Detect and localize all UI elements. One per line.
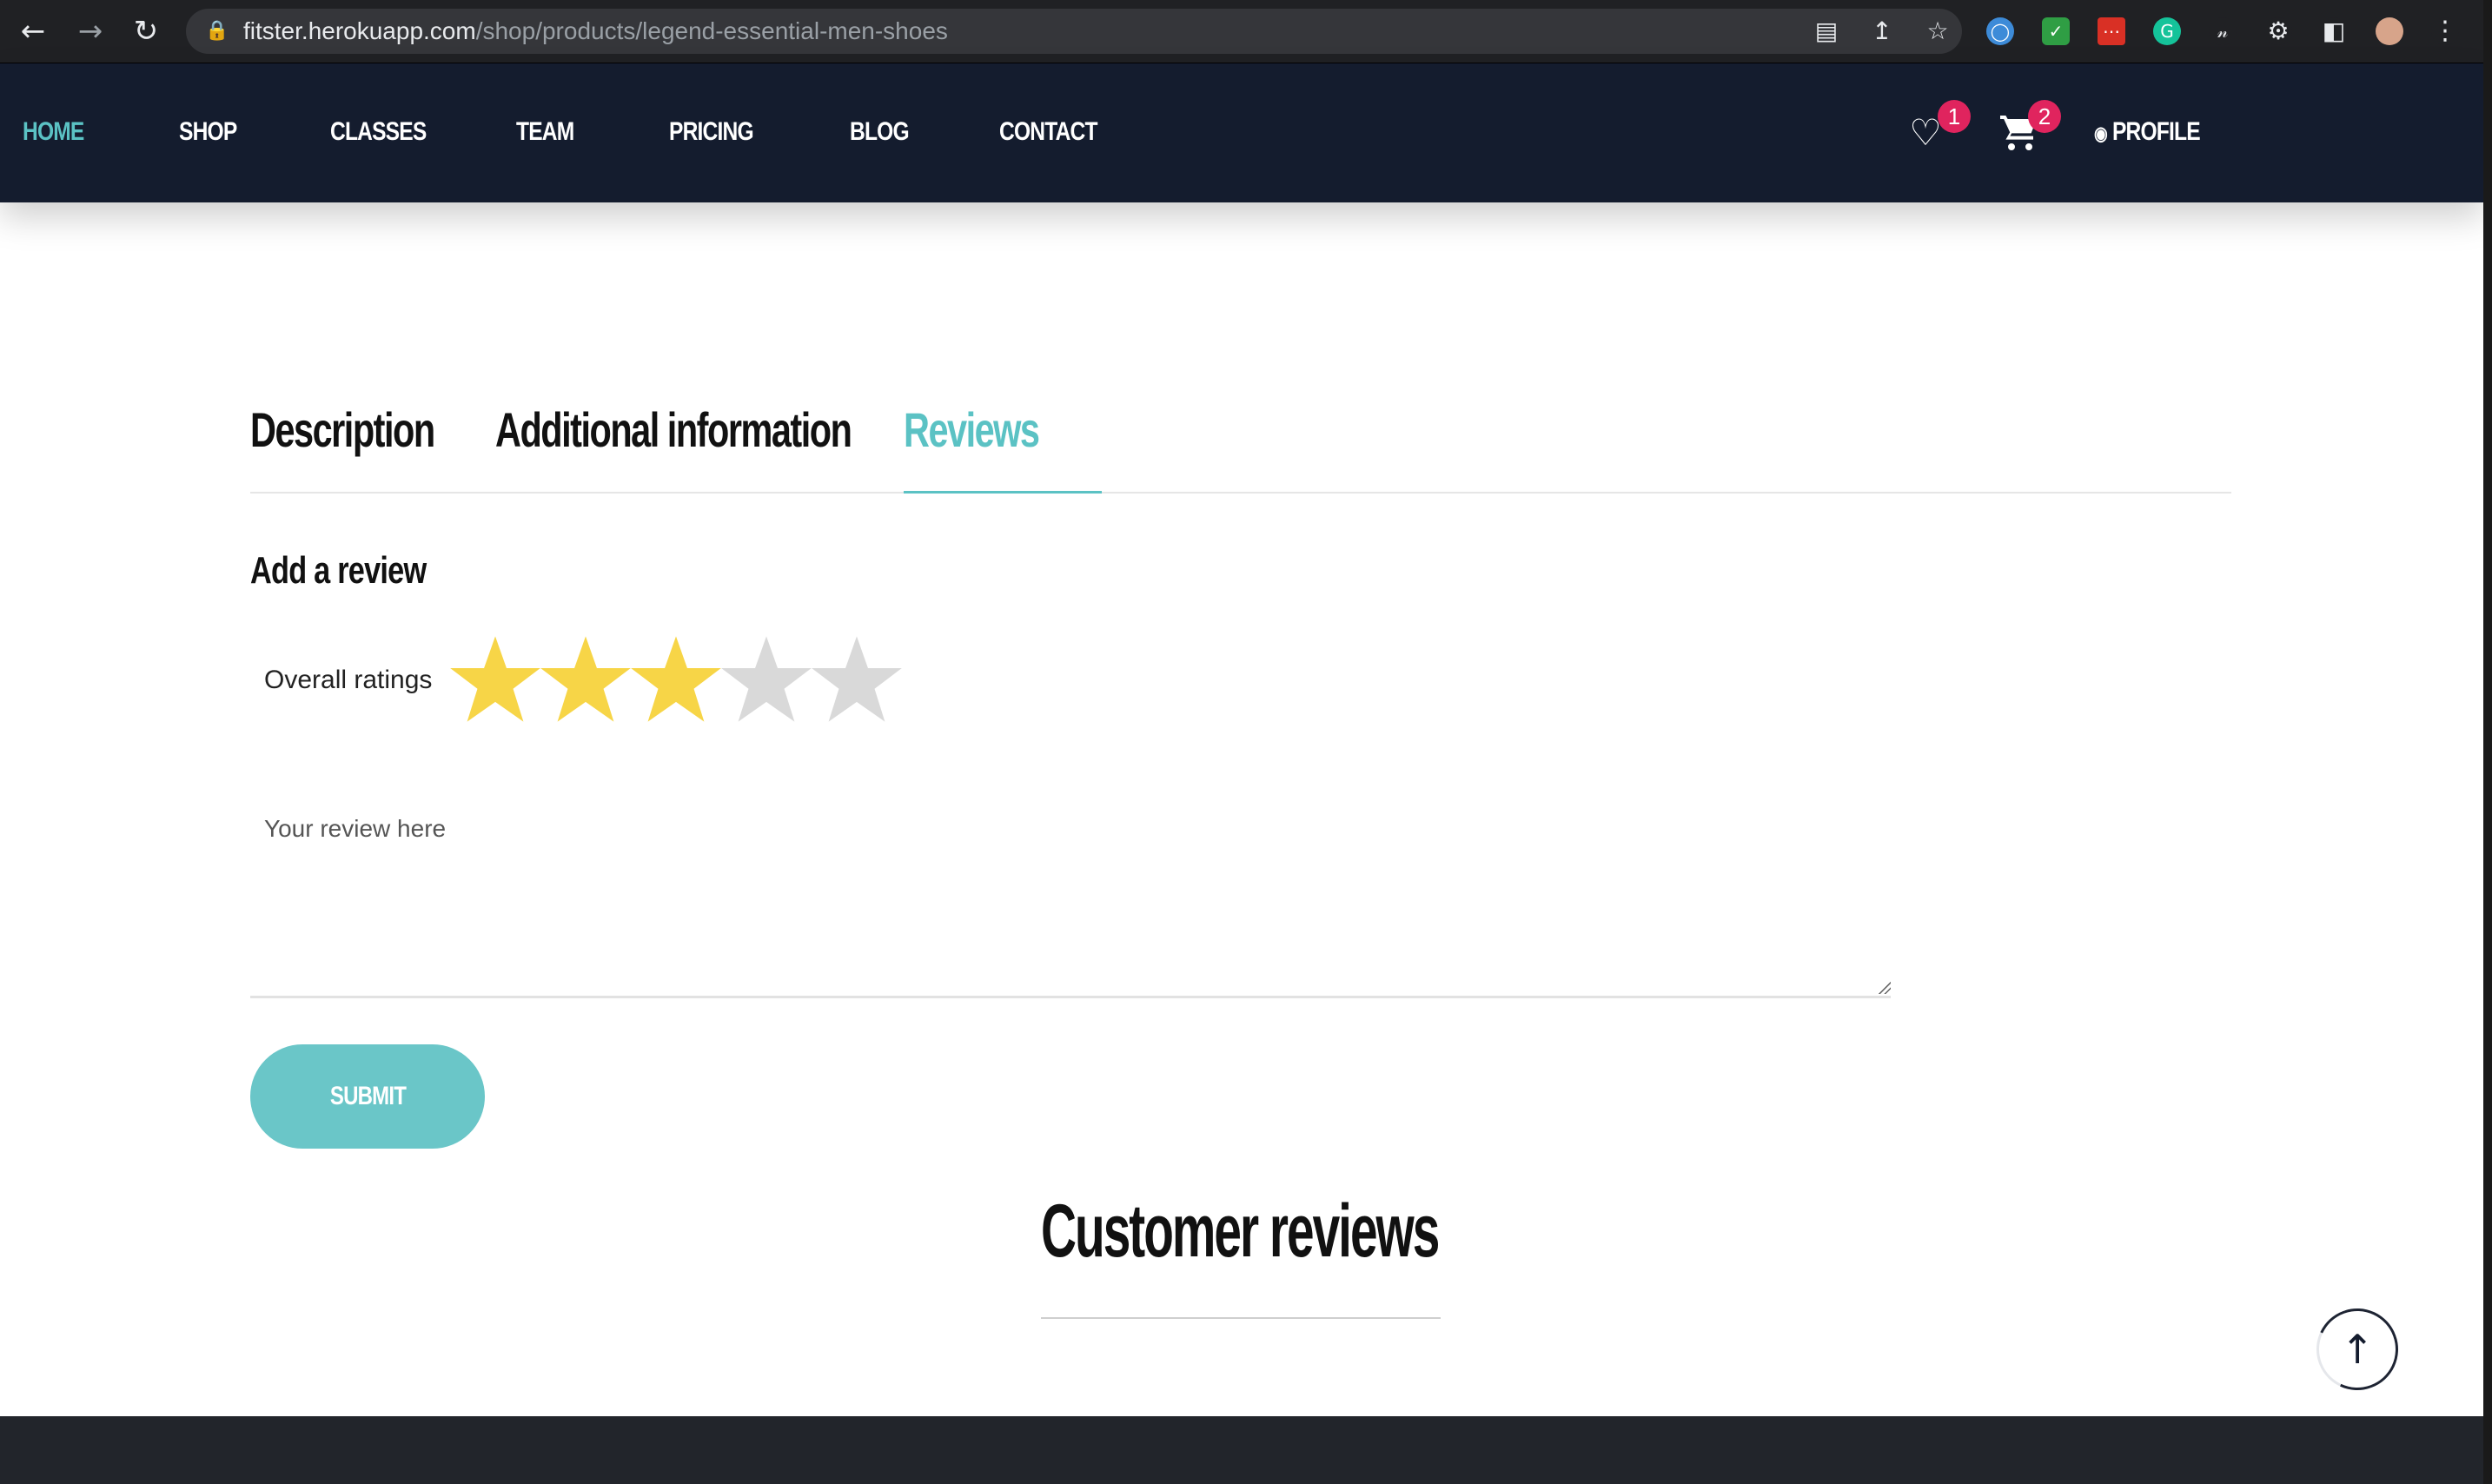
back-to-top-button[interactable]: ↑ <box>2304 1296 2410 1402</box>
url-text[interactable]: fitster.herokuapp.com/shop/products/lege… <box>243 9 948 54</box>
submit-button[interactable]: SUBMIT <box>250 1044 485 1149</box>
customer-reviews-heading: Customer reviews <box>1041 1189 1440 1273</box>
nav-contact[interactable]: CONTACT <box>999 112 1098 152</box>
browser-toolbar: ← → ↻ 🔒 fitster.herokuapp.com/shop/produ… <box>0 0 2492 63</box>
reload-icon[interactable]: ↻ <box>129 16 163 47</box>
user-circle-icon: ◉ <box>2094 123 2108 144</box>
site-header: HOME SHOP CLASSES TEAM PRICING BLOG CONT… <box>0 63 2483 202</box>
footer <box>0 1416 2483 1484</box>
avatar[interactable] <box>2376 17 2403 45</box>
review-textarea[interactable]: Your review here <box>250 782 1891 998</box>
shield-extension-icon[interactable]: ✓ <box>2042 17 2070 45</box>
forward-arrow-icon[interactable]: → <box>73 16 108 47</box>
menu-kebab-icon[interactable]: ⋮ <box>2431 17 2459 45</box>
cart-count-badge: 2 <box>2028 100 2061 133</box>
nav-classes[interactable]: CLASSES <box>330 112 427 152</box>
star-filled-icon[interactable] <box>448 633 542 726</box>
star-empty-icon[interactable] <box>719 633 813 726</box>
tab-search-icon[interactable]: ▤ <box>1813 17 1840 45</box>
bookmark-star-icon[interactable]: ☆ <box>1924 17 1952 45</box>
nav-blog[interactable]: BLOG <box>850 112 910 152</box>
address-bar[interactable]: 🔒 fitster.herokuapp.com/shop/products/le… <box>186 9 1962 54</box>
add-review-heading: Add a review <box>250 549 427 592</box>
star-filled-icon[interactable] <box>539 633 633 726</box>
product-tabs: Description Additional information Revie… <box>250 382 2231 494</box>
share-icon[interactable]: ↥ <box>1868 17 1896 45</box>
ratings-label: Overall ratings <box>264 666 433 694</box>
profile-link[interactable]: ◉ PROFILE <box>2094 112 2201 152</box>
window-edge <box>2483 0 2492 1484</box>
review-placeholder: Your review here <box>264 815 447 842</box>
active-tab-indicator <box>904 491 1102 494</box>
script-extension-icon[interactable]: 𝓃 <box>2209 17 2237 45</box>
sidebar-icon[interactable]: ◧ <box>2320 17 2348 45</box>
profile-label: PROFILE <box>2111 117 2201 146</box>
submit-label: SUBMIT <box>329 1082 406 1110</box>
password-extension-icon[interactable]: ⋯ <box>2098 17 2125 45</box>
tab-description[interactable]: Description <box>250 400 435 460</box>
extension-icon[interactable]: ◯ <box>1986 17 2014 45</box>
tab-additional-information[interactable]: Additional information <box>495 400 852 460</box>
back-arrow-icon[interactable]: ← <box>16 16 50 47</box>
puzzle-icon[interactable]: ⚙ <box>2264 17 2292 45</box>
star-empty-icon[interactable] <box>810 633 904 726</box>
nav-shop[interactable]: SHOP <box>179 112 237 152</box>
grammarly-icon[interactable]: G <box>2153 17 2181 45</box>
wishlist-count-badge: 1 <box>1938 100 1971 133</box>
star-filled-icon[interactable] <box>629 633 723 726</box>
lock-icon: 🔒 <box>205 19 229 41</box>
nav-pricing[interactable]: PRICING <box>669 112 754 152</box>
resize-handle-icon[interactable] <box>1877 980 1891 994</box>
nav-home[interactable]: HOME <box>23 112 84 152</box>
tab-reviews[interactable]: Reviews <box>904 400 1040 460</box>
arrow-up-icon: ↑ <box>2340 1326 2375 1373</box>
heading-divider <box>1041 1317 1441 1319</box>
nav-team[interactable]: TEAM <box>516 112 574 152</box>
